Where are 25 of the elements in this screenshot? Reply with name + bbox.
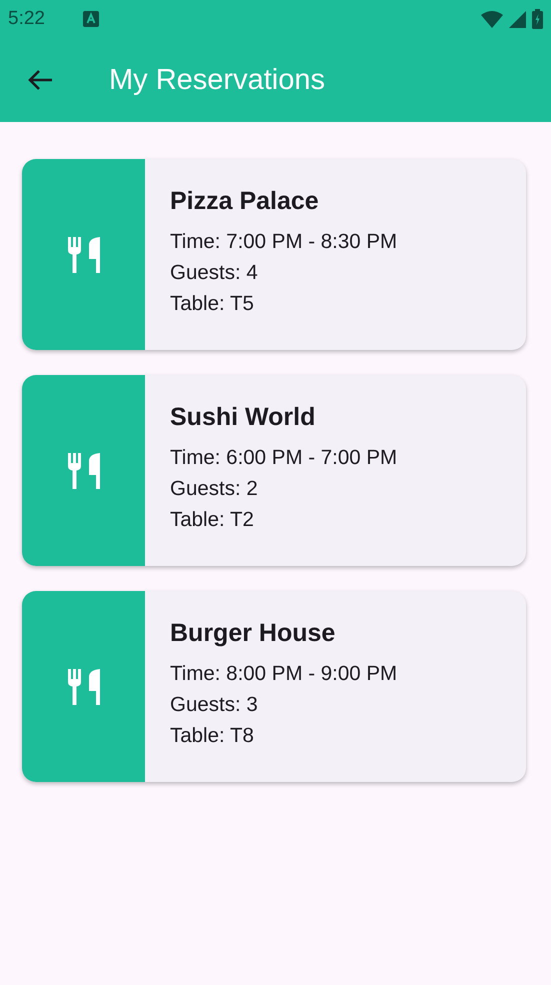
- restaurant-name: Pizza Palace: [170, 187, 319, 216]
- guest-count: Guests: 4: [170, 260, 258, 286]
- reservation-time: Time: 6:00 PM - 7:00 PM: [170, 445, 398, 471]
- guest-count: Guests: 2: [170, 476, 258, 502]
- page-title: My Reservations: [109, 64, 325, 96]
- wifi-icon: [481, 10, 503, 28]
- table-number: Table: T5: [170, 291, 254, 317]
- reservation-card[interactable]: Burger House Time: 8:00 PM - 9:00 PM Guests: 3 Table: T8: [22, 591, 526, 782]
- fork-knife-icon: [66, 668, 100, 704]
- reservation-time: Time: 7:00 PM - 8:30 PM: [170, 229, 398, 255]
- app-notification-icon: [82, 11, 99, 27]
- reservation-card[interactable]: Sushi World Time: 6:00 PM - 7:00 PM Guests: 2 Table: T2: [22, 375, 526, 566]
- guest-count: Guests: 3: [170, 692, 258, 718]
- restaurant-name: Sushi World: [170, 403, 316, 432]
- table-number: Table: T8: [170, 723, 254, 749]
- back-arrow-icon[interactable]: [26, 68, 54, 92]
- reservation-card[interactable]: Pizza Palace Time: 7:00 PM - 8:30 PM Guests: 4 Table: T5: [22, 159, 526, 350]
- signal-icon: [509, 10, 526, 28]
- table-number: Table: T2: [170, 507, 254, 533]
- fork-knife-icon: [66, 236, 100, 272]
- battery-icon: [532, 9, 543, 29]
- reservation-time: Time: 8:00 PM - 9:00 PM: [170, 661, 398, 687]
- restaurant-name: Burger House: [170, 619, 336, 648]
- fork-knife-icon: [66, 452, 100, 488]
- status-time: 5:22: [8, 8, 45, 30]
